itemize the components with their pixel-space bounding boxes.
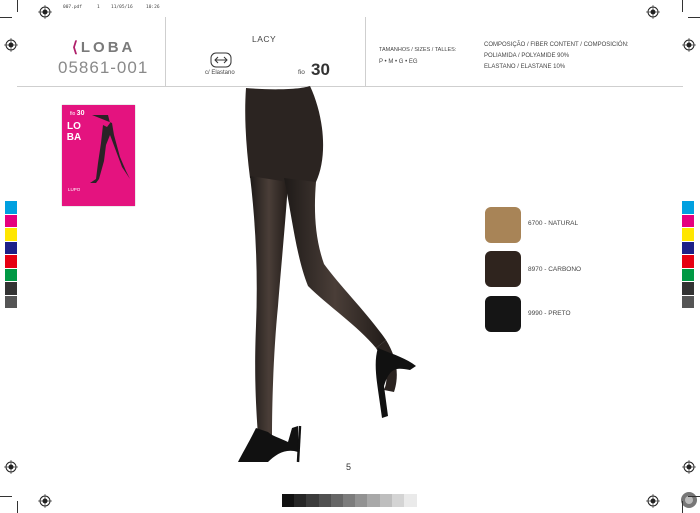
color-bar-patch [682, 295, 694, 309]
tights-model-image [238, 86, 416, 463]
slug-page: 1 [97, 5, 100, 10]
color-target-icon [680, 491, 698, 509]
product-name: LACY [252, 34, 277, 44]
gray-ramp-patch [404, 494, 417, 507]
gray-ramp-patch [306, 494, 320, 507]
slug-time: 10:26 [146, 5, 160, 10]
color-bar-patch [5, 295, 17, 309]
color-bar-patch [5, 214, 17, 228]
registration-mark-icon [38, 494, 52, 508]
crop-mark [688, 496, 700, 497]
sizes-values: P • M • G • EG [379, 59, 418, 65]
color-bar-patch [682, 282, 694, 295]
fio-value: 30 [311, 60, 330, 79]
registration-mark-icon [4, 460, 18, 474]
color-bar-patch [682, 255, 694, 268]
page-number: 5 [346, 462, 352, 472]
swatch-carbono-label: 8970 - CARBONO [528, 266, 582, 273]
color-bar-patch [682, 228, 694, 241]
header-divider [165, 17, 166, 86]
swatch-natural [485, 207, 521, 243]
brand-logo: ⟨LOBA [72, 39, 136, 56]
stretch-arrows-icon [210, 52, 232, 68]
header-divider [365, 17, 366, 86]
composition-polyamide: POLIAMIDA / POLYAMIDE 90% [484, 53, 570, 59]
sizes-label: TAMANHOS / SIZES / TALLES: [379, 47, 457, 53]
package-legs-image [90, 115, 130, 183]
registration-mark-icon [682, 460, 696, 474]
gray-ramp-patch [282, 494, 295, 507]
swatch-natural-label: 6700 - NATURAL [528, 220, 579, 227]
color-bar-patch [5, 228, 17, 241]
crop-mark [0, 496, 12, 497]
package-image: fio 30 LOBA LUPO [62, 105, 135, 206]
registration-mark-icon [646, 5, 660, 19]
model-code: 05861-001 [58, 58, 149, 77]
package-logo: LOBA [66, 121, 82, 143]
gray-ramp-patch [367, 494, 381, 507]
gray-ramp-patch [294, 494, 308, 507]
gray-ramp-patch [343, 494, 356, 507]
slug-file: 007.pdf [63, 5, 82, 10]
color-bar-patch [5, 255, 17, 268]
color-bar-patch [682, 241, 694, 255]
swatch-preto [485, 296, 521, 332]
gray-ramp-patch [318, 494, 332, 507]
crop-mark [17, 501, 18, 513]
swatch-carbono [485, 251, 521, 287]
color-bar-patch [5, 241, 17, 255]
elastane-label: c/ Elastano [205, 70, 235, 76]
gray-ramp-patch [330, 494, 344, 507]
crop-mark [682, 0, 683, 12]
registration-mark-icon [4, 38, 18, 52]
registration-mark-icon [646, 494, 660, 508]
package-fio: fio 30 [70, 110, 85, 117]
color-bar-patch [5, 282, 17, 295]
color-bar-patch [5, 201, 17, 214]
swatch-preto-label: 9990 - PRETO [528, 310, 571, 317]
color-bar-patch [682, 201, 694, 214]
brand-name: LOBA [80, 39, 136, 56]
composition-elastane: ELASTANO / ELASTANE 10% [484, 64, 566, 70]
registration-mark-icon [682, 38, 696, 52]
slug-date: 11/05/16 [111, 5, 133, 10]
crop-mark [688, 17, 700, 18]
color-bar-patch [5, 268, 17, 282]
crop-mark [17, 0, 18, 12]
color-bar-patch [682, 214, 694, 228]
gray-ramp-patch [379, 494, 393, 507]
gray-ramp-patch [355, 494, 369, 507]
crop-mark [0, 17, 12, 18]
package-line-name: LUPO [68, 187, 81, 192]
gray-ramp-patch [391, 494, 405, 507]
crop-mark [682, 501, 683, 513]
registration-mark-icon [38, 5, 52, 19]
composition-title: COMPOSIÇÃO / FIBER CONTENT / COMPOSICIÓN… [484, 42, 629, 48]
color-bar-patch [682, 268, 694, 282]
fio-label: fio [298, 69, 305, 76]
